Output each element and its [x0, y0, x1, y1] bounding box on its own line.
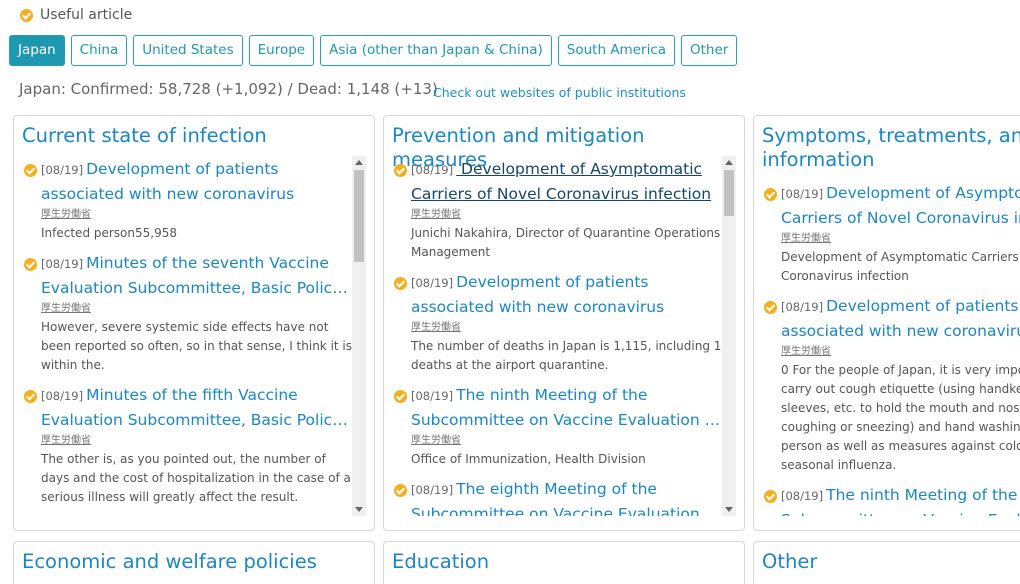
article-date: [08/19] [781, 489, 824, 503]
list-item: [08/19] Development of Asymptomatic Carri… [762, 182, 1020, 286]
scrollbar[interactable] [352, 156, 366, 516]
tab-united-states[interactable]: United States [133, 35, 243, 66]
article-list: [08/19] Development of patients associate… [22, 158, 352, 516]
article-date: [08/19] [781, 187, 824, 201]
article-list: [08/19] Development of Asymptomatic Carr… [392, 158, 722, 516]
article-source[interactable]: 厚生労働省 [41, 434, 352, 448]
article-snippet: Junichi Nakahira, Director of Quarantine… [411, 226, 721, 259]
article-heading: [08/19] Minutes of the fifth Vaccine Eval… [41, 384, 352, 432]
panel-current-state: Current state of infection [08/19] Develo… [13, 115, 375, 531]
panel-title: Education [392, 550, 490, 573]
list-item: [08/19] The eighth Meeting of the Subcomm… [392, 478, 722, 516]
useful-check-icon [24, 390, 37, 403]
infection-summary: Japan: Confirmed: 58,728 (+1,092) / Dead… [19, 80, 438, 98]
article-heading: [08/19]Development of Asymptomatic Carri… [781, 182, 1020, 230]
panel-economic: Economic and welfare policies [13, 541, 375, 584]
article-date: [08/19] [41, 257, 84, 271]
list-item: [08/19] Minutes of the seventh Vaccine Ev… [22, 252, 352, 375]
region-tabs: Japan China United States Europe Asia (other… [9, 35, 738, 66]
article-source[interactable]: 厚生労働省 [781, 345, 1020, 359]
article-date: [08/19] [411, 389, 454, 403]
article-title-link[interactable]: The ninth Meeting of the Subcommittee on… [411, 386, 720, 432]
article-snippet: Office of Immunization, Health Division [411, 452, 646, 466]
panel-education: Education [383, 541, 745, 584]
useful-check-icon [24, 258, 37, 271]
scroll-down-arrow-icon[interactable] [355, 507, 363, 512]
article-source[interactable]: 厚生労働省 [41, 208, 352, 222]
article-title-link[interactable]: Minutes of the seventh Vaccine Evaluatio… [41, 254, 348, 300]
article-snippet: The number of deaths in Japan is 1,115, … [411, 339, 722, 372]
article-title-link[interactable]: Development of Asymptomatic Carriers of … [411, 160, 711, 203]
article-snippet: However, severe systemic side effects ha… [41, 320, 352, 372]
scrollbar-thumb[interactable] [724, 170, 734, 216]
article-heading: [08/19]The ninth Meeting of the Subcommi… [781, 484, 1020, 516]
scroll-up-arrow-icon[interactable] [725, 160, 733, 165]
useful-check-icon [764, 490, 777, 503]
article-date: [08/19] [411, 483, 454, 497]
check-circle-icon [20, 8, 33, 22]
article-heading: [08/19] Development of Asymptomatic Carr… [411, 158, 722, 206]
article-list: [08/19] Development of Asymptomatic Carri… [762, 182, 1020, 516]
useful-check-icon [764, 301, 777, 314]
useful-article-label: Useful article [40, 7, 133, 23]
article-source[interactable]: 厚生労働省 [411, 208, 722, 222]
article-date: [08/19] [411, 276, 454, 290]
article-snippet: 0 For the people of Japan, it is very im… [781, 363, 1020, 472]
article-date: [08/19] [781, 300, 824, 314]
panel-prevention: Prevention and mitigation measures [08/1… [383, 115, 745, 531]
list-item: [08/19]The ninth Meeting of the Subcommi… [392, 384, 722, 469]
article-source[interactable]: 厚生労働省 [781, 232, 1020, 246]
article-snippet: The other is, as you pointed out, the nu… [41, 452, 351, 504]
useful-check-icon [24, 164, 37, 177]
panel-title: Economic and welfare policies [22, 550, 317, 573]
article-heading: [08/19]The ninth Meeting of the Subcommi… [411, 384, 722, 432]
tab-south-america[interactable]: South America [557, 35, 676, 66]
article-heading: [08/19] Development of patients associate… [41, 158, 352, 206]
article-title-link[interactable]: Minutes of the fifth Vaccine Evaluation … [41, 386, 348, 432]
article-date: [08/19] [41, 163, 84, 177]
list-item: [08/19] Development of Asymptomatic Carr… [392, 158, 722, 262]
useful-check-icon [394, 390, 407, 403]
article-heading: [08/19] The eighth Meeting of the Subcomm… [411, 478, 722, 516]
article-source[interactable]: 厚生労働省 [41, 302, 352, 316]
article-title-link[interactable]: The eighth Meeting of the Subcommittee o… [411, 480, 720, 516]
useful-check-icon [394, 484, 407, 497]
tab-japan[interactable]: Japan [9, 35, 65, 66]
article-date: [08/19] [411, 163, 454, 177]
panel-other: Other [753, 541, 1020, 584]
useful-check-icon [764, 188, 777, 201]
panel-title: Current state of infection [22, 124, 267, 147]
public-institutions-link[interactable]: Check out websites of public institution… [433, 85, 686, 100]
scrollbar-thumb[interactable] [354, 170, 364, 262]
article-date: [08/19] [41, 389, 84, 403]
article-source[interactable]: 厚生労働省 [411, 434, 722, 448]
article-heading: [08/19] Development of patients associate… [781, 295, 1020, 343]
scrollbar[interactable] [722, 156, 736, 516]
useful-article-legend: Useful article [20, 6, 132, 24]
list-item: [08/19] Development of patients associate… [22, 158, 352, 243]
list-item: [08/19] Minutes of the fifth Vaccine Eval… [22, 384, 352, 507]
tab-china[interactable]: China [70, 35, 128, 66]
useful-check-icon [394, 164, 407, 177]
list-item: [08/19] Development of patients associate… [762, 295, 1020, 475]
article-heading: [08/19] Development of patients associate… [411, 271, 722, 319]
tab-asia-other-than-japan-china[interactable]: Asia (other than Japan & China) [320, 35, 552, 66]
list-item: [08/19] Development of patients associate… [392, 271, 722, 375]
article-snippet: Development of Asymptomatic Carriers of … [781, 250, 1020, 283]
article-snippet: Infected person55,958 [41, 226, 177, 240]
panel-symptoms: Symptoms, treatments, and information [0… [753, 115, 1020, 531]
panel-title: Other [762, 550, 818, 573]
article-source[interactable]: 厚生労働省 [411, 321, 722, 335]
useful-check-icon [394, 277, 407, 290]
scroll-up-arrow-icon[interactable] [355, 160, 363, 165]
article-heading: [08/19] Minutes of the seventh Vaccine Ev… [41, 252, 352, 300]
tab-other[interactable]: Other [681, 35, 738, 66]
scroll-down-arrow-icon[interactable] [725, 507, 733, 512]
panel-title: Symptoms, treatments, and information [762, 124, 1020, 171]
tab-europe[interactable]: Europe [248, 35, 315, 66]
list-item: [08/19]The ninth Meeting of the Subcommi… [762, 484, 1020, 516]
